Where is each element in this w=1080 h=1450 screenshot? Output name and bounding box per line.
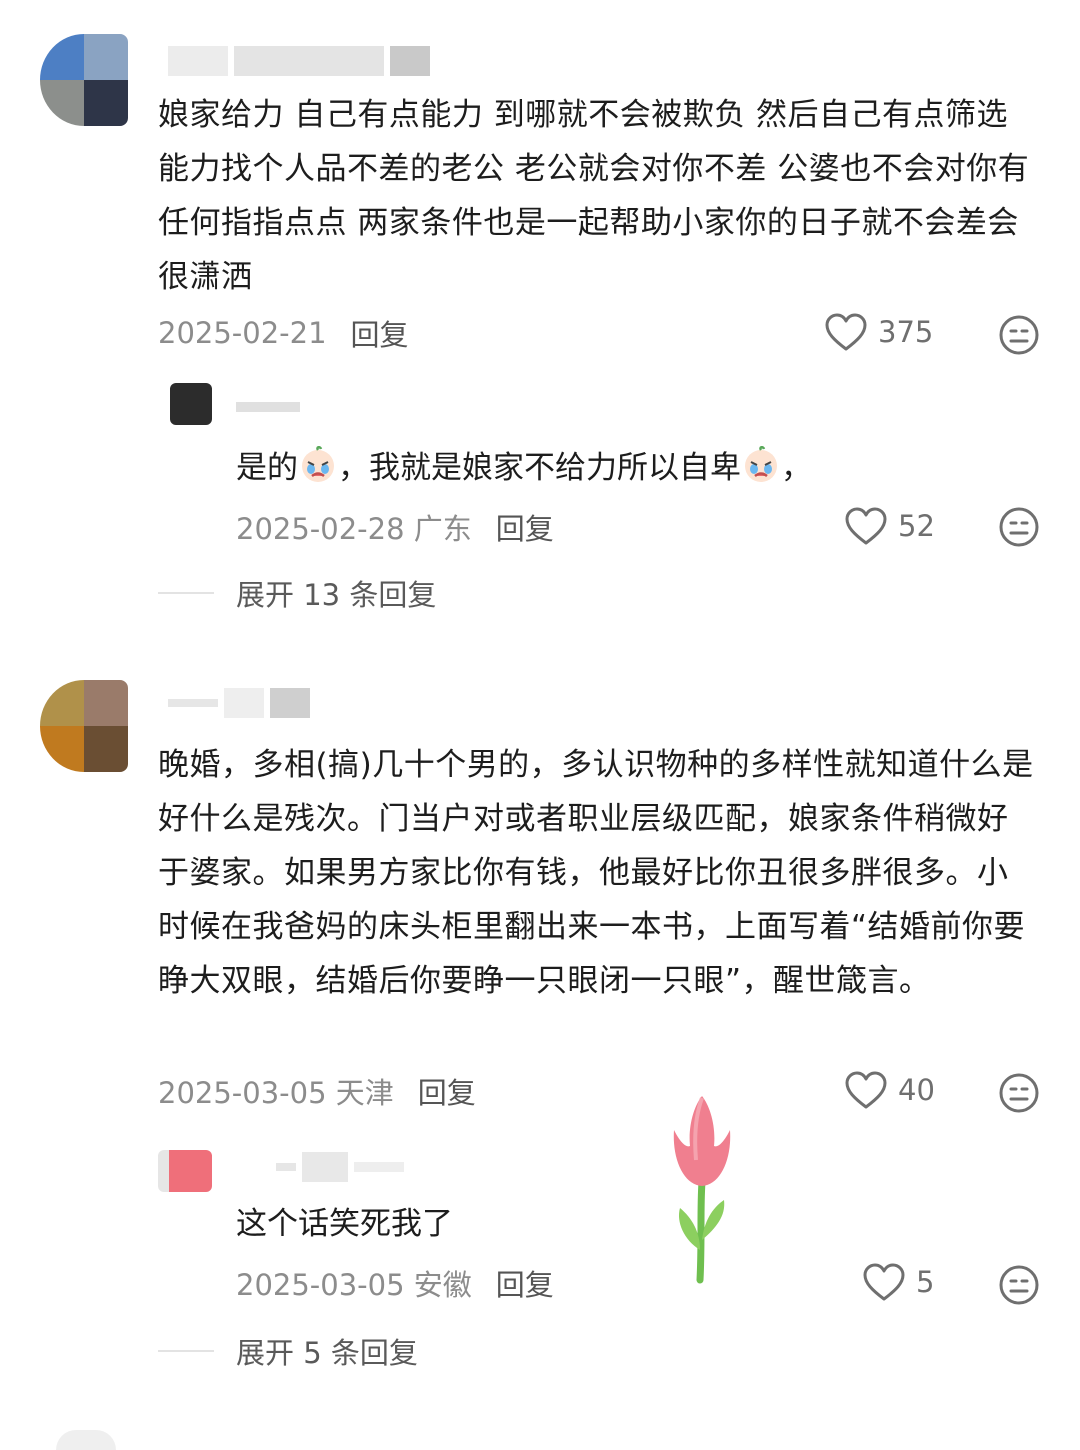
divider: [158, 1350, 214, 1352]
expand-replies-label: 展开 5 条回复: [236, 1336, 418, 1370]
heart-icon: [825, 313, 867, 351]
like-count: 40: [898, 1073, 935, 1107]
reply-text-part: 是的: [236, 450, 298, 486]
reply-location: 安徽: [413, 1268, 472, 1302]
reply-button[interactable]: 回复: [496, 1262, 554, 1304]
comment-meta: 2025-02-21 回复: [158, 312, 409, 354]
reply-button[interactable]: 回复: [351, 312, 409, 354]
comment-date: 2025-02-21: [158, 316, 327, 350]
meh-face-icon: [999, 1265, 1039, 1305]
tulip-sticker-icon: [673, 1096, 731, 1284]
reply-username-blurred[interactable]: [236, 390, 300, 424]
comment-text: 娘家给力 自己有点能力 到哪就不会被欺负 然后自己有点筛选能力找个人品不差的老公…: [158, 97, 1030, 295]
expand-replies-button[interactable]: 展开 5 条回复: [158, 1330, 418, 1372]
reply-button[interactable]: 回复: [496, 506, 554, 548]
reply-text-part: ，我就是娘家不给力所以自卑: [338, 450, 741, 486]
reply-avatar[interactable]: [170, 383, 212, 425]
like-button[interactable]: 52: [844, 506, 935, 546]
reply-text: 是的 ，我就是娘家不给力所以自卑 ，: [236, 446, 1036, 490]
avatar[interactable]: [40, 680, 128, 772]
username-blurred[interactable]: [168, 44, 430, 78]
heart-icon: [845, 507, 887, 545]
like-count: 375: [878, 315, 934, 349]
meh-face-icon: [999, 507, 1039, 547]
heart-icon: [863, 1263, 905, 1301]
reply-text-part: ，: [781, 450, 812, 486]
comment-meta: 2025-03-05 天津 回复: [158, 1070, 476, 1112]
username-blurred[interactable]: [168, 686, 310, 720]
reply-text: 这个话笑死我了: [236, 1206, 453, 1242]
expand-replies-button[interactable]: 展开 13 条回复: [158, 572, 436, 614]
comment-location: 天津: [335, 1076, 394, 1110]
reply-date: 2025-02-28: [236, 512, 405, 546]
crying-face-emoji-icon: [302, 446, 334, 482]
divider: [158, 592, 214, 594]
reply-meta: 2025-03-05 安徽 回复: [236, 1262, 554, 1304]
comment-date: 2025-03-05: [158, 1076, 327, 1110]
like-button[interactable]: 5: [862, 1262, 934, 1302]
like-count: 5: [916, 1265, 935, 1299]
reply-location: 广东: [413, 512, 472, 546]
meh-face-icon: [999, 1073, 1039, 1113]
dislike-button[interactable]: [998, 506, 1040, 552]
avatar-partial[interactable]: [56, 1430, 116, 1450]
reply-button[interactable]: 回复: [418, 1070, 476, 1112]
like-button[interactable]: 375: [824, 312, 933, 352]
dislike-button[interactable]: [998, 1264, 1040, 1310]
reply-username-blurred[interactable]: [276, 1150, 404, 1184]
crying-face-emoji-icon: [745, 446, 777, 482]
reply-date: 2025-03-05: [236, 1268, 405, 1302]
expand-replies-label: 展开 13 条回复: [236, 578, 437, 612]
dislike-button[interactable]: [998, 1072, 1040, 1118]
avatar[interactable]: [40, 34, 128, 126]
heart-icon: [845, 1071, 887, 1109]
meh-face-icon: [999, 315, 1039, 355]
dislike-button[interactable]: [998, 314, 1040, 360]
comment-text: 晚婚，多相(搞)几十个男的，多认识物种的多样性就知道什么是好什么是残次。门当户对…: [158, 747, 1034, 999]
reply-meta: 2025-02-28 广东 回复: [236, 506, 554, 548]
like-button[interactable]: 40: [844, 1070, 935, 1110]
like-count: 52: [898, 509, 935, 543]
reply-avatar[interactable]: [158, 1150, 212, 1192]
